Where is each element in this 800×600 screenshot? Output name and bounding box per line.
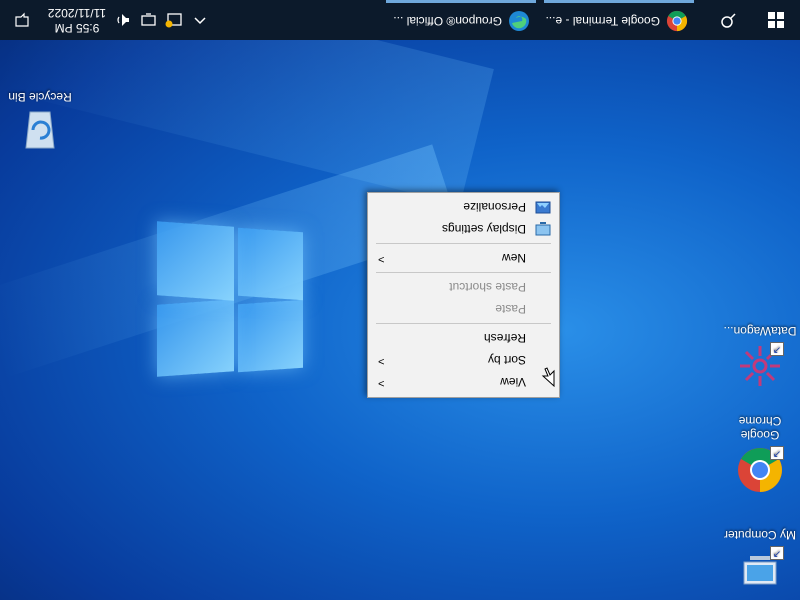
menu-separator <box>376 243 551 244</box>
shortcut-arrow-icon: ↗ <box>770 546 784 560</box>
start-button[interactable] <box>752 0 800 40</box>
desktop-icon-datawagon[interactable]: ↗ DataWagon... <box>720 324 800 390</box>
menu-item-label: Sort by <box>487 353 526 367</box>
submenu-chevron-icon: > <box>378 355 385 367</box>
desktop-icon-label: Recycle Bin <box>8 90 72 104</box>
context-menu-item-paste-shortcut[interactable]: Paste shortcut <box>368 276 559 298</box>
network-icon <box>141 13 156 26</box>
computer-icon: ↗ <box>736 546 784 594</box>
show-hidden-icons-chevron[interactable] <box>188 0 212 40</box>
sync-status-tray-icon[interactable] <box>162 0 186 40</box>
network-tray-icon[interactable] <box>136 0 160 40</box>
context-menu-item-personalize[interactable]: Personalize <box>368 196 559 218</box>
shortcut-arrow-icon: ↗ <box>770 446 784 460</box>
shortcut-arrow-icon: ↗ <box>770 342 784 356</box>
recycle-bin-icon <box>16 108 64 156</box>
menu-item-label: New <box>501 251 526 265</box>
datawagon-icon: ↗ <box>736 342 784 390</box>
menu-item-label: Display settings <box>441 222 526 236</box>
display-icon <box>535 221 551 237</box>
desktop-icon-recycle-bin[interactable]: Recycle Bin <box>0 90 80 156</box>
desktop-icon-label: DataWagon... <box>723 324 797 338</box>
search-icon <box>721 13 736 28</box>
submenu-chevron-icon: > <box>378 377 385 389</box>
desktop-icon-label: My Computer <box>723 528 797 542</box>
taskbar-app-groupon[interactable]: Groupon® Official ... <box>386 0 536 40</box>
context-menu-item-display-settings[interactable]: Display settings <box>368 218 559 240</box>
chevron-up-icon <box>194 17 206 25</box>
menu-item-label: Paste <box>495 302 526 316</box>
search-button[interactable] <box>704 0 752 40</box>
context-menu-item-view[interactable]: View > <box>368 371 559 393</box>
context-menu-item-new[interactable]: New > <box>368 247 559 269</box>
desktop-icon-label: Google Chrome <box>738 414 782 442</box>
clock-date: 11/11/2022 <box>47 6 107 20</box>
menu-item-label: Personalize <box>463 200 526 214</box>
edge-icon <box>509 11 529 32</box>
desktop-icon-my-computer[interactable]: ↗ My Computer <box>720 528 800 594</box>
menu-item-label: Refresh <box>483 331 526 345</box>
context-menu-item-refresh[interactable]: Refresh <box>368 327 559 349</box>
speaker-icon <box>117 14 129 26</box>
notification-icon <box>15 12 29 27</box>
taskbar-app-label: Google Terminal - e... <box>545 14 661 29</box>
sync-status-icon <box>165 13 182 28</box>
menu-separator <box>376 323 551 324</box>
taskbar-app-label: Groupon® Official ... <box>393 14 502 29</box>
context-menu-item-sort-by[interactable]: Sort by > <box>368 349 559 371</box>
desktop-screen: ↗ My Computer ↗ Google Chrome ↗ DataWago… <box>0 0 800 600</box>
desktop-context-menu: View > Sort by > Refresh Paste Paste sho… <box>367 192 560 398</box>
volume-tray-icon[interactable] <box>110 0 134 40</box>
chrome-icon: ↗ <box>736 446 784 494</box>
windows-logo-wallpaper <box>157 221 303 377</box>
submenu-chevron-icon: > <box>378 253 385 265</box>
taskbar-clock[interactable]: 9:55 PM 11/11/2022 <box>44 4 110 36</box>
clock-time: 9:55 PM <box>54 21 100 35</box>
menu-item-label: View <box>500 375 526 389</box>
context-menu-item-paste[interactable]: Paste <box>368 298 559 320</box>
chrome-icon <box>666 11 688 32</box>
menu-item-label: Paste shortcut <box>449 280 526 294</box>
taskbar: Google Terminal - e... Groupon® Official… <box>0 0 800 40</box>
taskbar-app-google-terminal[interactable]: Google Terminal - e... <box>544 0 694 40</box>
windows-start-icon <box>768 12 784 28</box>
mouse-pointer-icon <box>541 367 555 387</box>
action-center-button[interactable] <box>2 0 42 40</box>
menu-separator <box>376 272 551 273</box>
personalize-icon <box>535 199 551 215</box>
desktop-icon-google-chrome[interactable]: ↗ Google Chrome <box>720 414 800 494</box>
